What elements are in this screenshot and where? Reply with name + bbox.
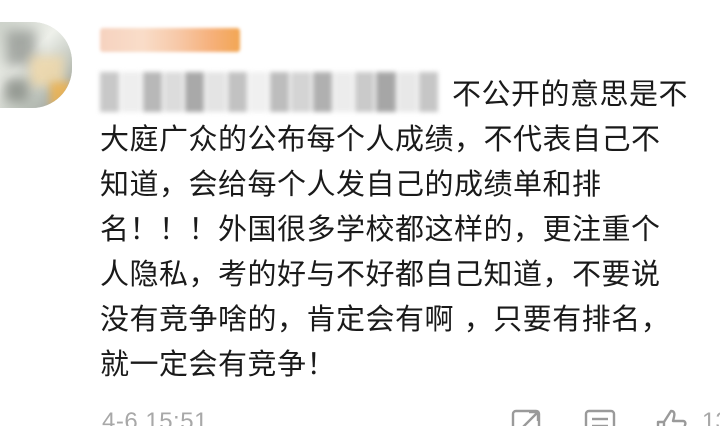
comment-icon	[584, 409, 616, 426]
comment-line: 没有竞争啥的，肯定会有啊 ，只要有排名，	[100, 302, 671, 336]
username-blurred[interactable]	[100, 28, 240, 52]
share-icon	[511, 409, 541, 426]
comment-line: 人隐私，考的好与不好都自己知道，不要说	[100, 257, 661, 291]
like-count: 13	[702, 408, 720, 426]
thumbs-up-icon	[656, 409, 687, 426]
share-button[interactable]	[510, 408, 544, 426]
comment-line: 大庭广众的公布每个人成绩，不代表自己不	[100, 122, 661, 156]
comment-line: 知道，会给每个人发自己的成绩单和排	[100, 167, 602, 201]
comment-line: 就一定会有竞争！	[100, 347, 337, 381]
like-button[interactable]	[655, 408, 689, 426]
comment-line: 不公开的意思是不	[452, 77, 689, 111]
comment-line: 名！！！外国很多学校都这样的，更注重个	[100, 212, 661, 246]
comment-footer: 4-6 15:51 13	[0, 400, 720, 426]
comment-text: 不公开的意思是不 大庭广众的公布每个人成绩，不代表自己不 知道，会给每个人发自己…	[100, 72, 715, 387]
comment-timestamp: 4-6 15:51	[102, 408, 208, 426]
avatar[interactable]	[0, 22, 72, 108]
reply-button[interactable]	[583, 408, 617, 426]
